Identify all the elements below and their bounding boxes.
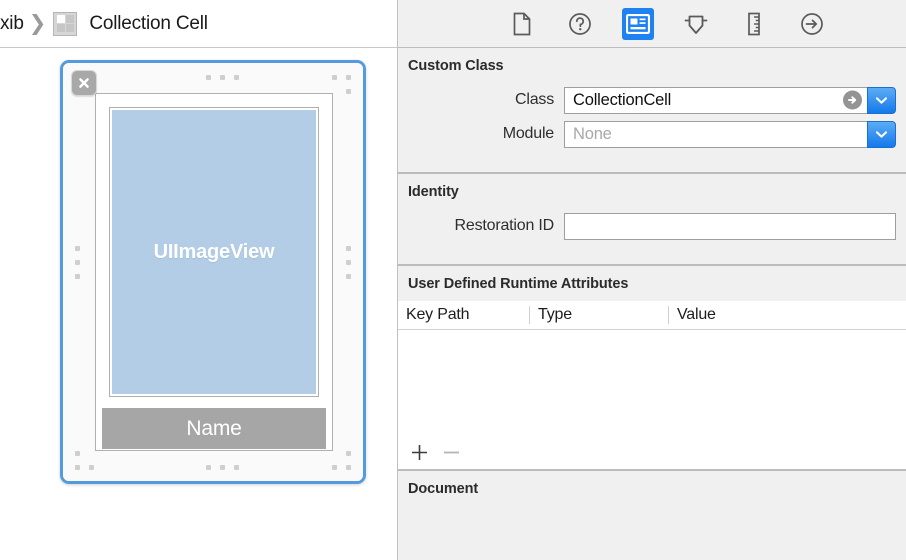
class-input-value: CollectionCell xyxy=(573,90,672,109)
resize-handle-dot[interactable] xyxy=(346,260,351,265)
inspector-tab-bar xyxy=(398,0,906,48)
close-icon[interactable] xyxy=(71,70,97,96)
module-input[interactable]: None xyxy=(564,120,867,148)
resize-handle-dot[interactable] xyxy=(75,260,80,265)
collection-cell-body[interactable]: UIImageView Name xyxy=(63,63,363,481)
class-field-row: Class CollectionCell xyxy=(398,83,906,117)
runtime-attributes-section-header: User Defined Runtime Attributes xyxy=(408,276,629,292)
ui-image-view[interactable]: UIImageView xyxy=(109,107,319,397)
canvas-pane: xib ❯ Collection Cell UIImageView Name xyxy=(0,0,397,560)
resize-handle-dot[interactable] xyxy=(206,75,211,80)
tab-attributes-inspector[interactable] xyxy=(680,8,712,40)
resize-handle-dot[interactable] xyxy=(220,75,225,80)
ruler-icon xyxy=(746,12,762,36)
resize-handle-dot[interactable] xyxy=(346,89,351,94)
resize-handle-dot[interactable] xyxy=(234,465,239,470)
breadcrumb-separator-icon: ❯ xyxy=(28,12,47,35)
runtime-attributes-header-row: Key Path Type Value xyxy=(398,301,906,330)
column-header-value[interactable]: Value xyxy=(668,306,906,324)
resize-handle-dot[interactable] xyxy=(75,451,80,456)
ui-image-view-label: UIImageView xyxy=(153,240,275,263)
name-label-text: Name xyxy=(186,416,242,440)
column-header-type[interactable]: Type xyxy=(529,306,668,324)
breadcrumb-bar: xib ❯ Collection Cell xyxy=(0,0,397,48)
breadcrumb: xib ❯ Collection Cell xyxy=(0,11,208,36)
identity-card-icon xyxy=(626,13,650,34)
identity-inspector-pane: Custom Class Class CollectionCell Module… xyxy=(397,0,906,560)
column-header-key-path[interactable]: Key Path xyxy=(398,306,529,324)
document-section-header: Document xyxy=(408,481,479,497)
resize-handle-dot[interactable] xyxy=(346,465,351,470)
tab-connections-inspector[interactable] xyxy=(796,8,828,40)
module-input-placeholder: None xyxy=(573,124,612,143)
chevron-down-icon xyxy=(875,96,888,105)
breadcrumb-item-xib[interactable]: xib xyxy=(0,13,24,35)
jump-to-definition-arrow-icon[interactable] xyxy=(843,90,862,110)
restoration-id-label: Restoration ID xyxy=(454,217,555,234)
remove-attribute-button[interactable] xyxy=(442,443,461,462)
resize-handle-dot[interactable] xyxy=(332,465,337,470)
add-attribute-button[interactable] xyxy=(410,443,429,462)
class-label: Class xyxy=(514,91,554,108)
restoration-id-input[interactable] xyxy=(564,212,896,240)
tab-identity-inspector[interactable] xyxy=(622,7,654,40)
document-icon xyxy=(512,12,532,36)
slider-arrow-icon xyxy=(683,12,709,36)
restoration-id-row: Restoration ID xyxy=(398,209,906,243)
question-mark-icon xyxy=(568,12,592,36)
xcode-interface-builder-window: xib ❯ Collection Cell UIImageView Name C… xyxy=(0,0,906,560)
module-dropdown-button[interactable] xyxy=(867,120,896,148)
tab-size-inspector[interactable] xyxy=(738,8,770,40)
runtime-attributes-body[interactable] xyxy=(398,330,906,435)
tab-file-inspector[interactable] xyxy=(506,8,538,40)
runtime-attributes-table: Key Path Type Value xyxy=(398,301,906,471)
resize-handle-dot[interactable] xyxy=(346,246,351,251)
class-dropdown-button[interactable] xyxy=(867,86,896,114)
collection-cell-selection-frame[interactable]: UIImageView Name xyxy=(60,60,366,484)
resize-handle-dot[interactable] xyxy=(206,465,211,470)
arrow-circle-icon xyxy=(800,12,824,36)
resize-handle-dot[interactable] xyxy=(332,75,337,80)
resize-handle-dot[interactable] xyxy=(75,246,80,251)
resize-handle-dot[interactable] xyxy=(346,75,351,80)
breadcrumb-item-collection-cell[interactable]: Collection Cell xyxy=(89,13,208,35)
collection-view-icon xyxy=(53,11,78,36)
chevron-down-icon xyxy=(875,130,888,139)
resize-handle-dot[interactable] xyxy=(220,465,225,470)
resize-handle-dot[interactable] xyxy=(75,465,80,470)
resize-handle-dot[interactable] xyxy=(234,75,239,80)
name-label[interactable]: Name xyxy=(102,408,326,449)
module-field-row: Module None xyxy=(398,117,906,151)
module-label: Module xyxy=(502,125,554,142)
tab-quick-help-inspector[interactable] xyxy=(564,8,596,40)
resize-handle-dot[interactable] xyxy=(346,451,351,456)
resize-handle-dot[interactable] xyxy=(89,465,94,470)
resize-handle-dot[interactable] xyxy=(346,274,351,279)
custom-class-section-header: Custom Class xyxy=(408,58,504,74)
identity-section-header: Identity xyxy=(408,184,459,200)
resize-handle-dot[interactable] xyxy=(75,274,80,279)
content-view[interactable]: UIImageView Name xyxy=(95,93,333,451)
class-input[interactable]: CollectionCell xyxy=(564,86,867,114)
runtime-attributes-footer xyxy=(398,435,906,471)
